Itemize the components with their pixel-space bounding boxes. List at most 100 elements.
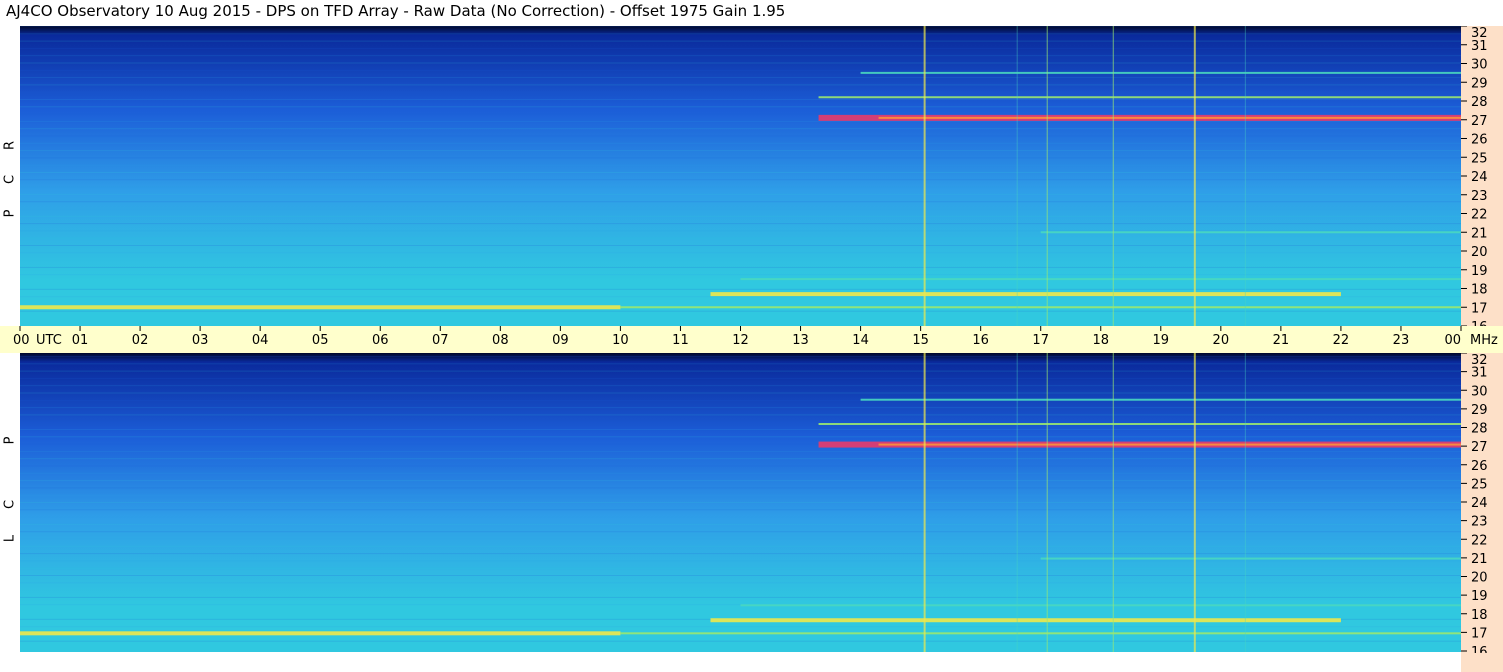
emission-band-4 [20,631,621,636]
lcp-letter-l: L [2,534,18,543]
utc-tick-label: 23 [1393,333,1410,348]
freq-tick-label: 21 [1471,552,1488,567]
utc-tick-label: 00 [1444,333,1461,348]
utc-tick-label: 18 [1092,333,1109,348]
lcp-label-column: P C L [0,353,20,652]
freq-tick-label: 21 [1471,226,1488,241]
freq-tick-label: 22 [1471,533,1488,548]
interference-line-10 [1046,353,1048,652]
emission-band-7 [1040,231,1461,234]
utc-tick-label: 19 [1153,333,1170,348]
freq-tick-label: 27 [1471,440,1488,455]
emission-band-1 [818,423,1461,426]
freq-tick-label: 26 [1471,459,1488,474]
utc-tick-label: 04 [252,333,269,348]
emission-band-core-0 [878,443,1461,446]
utc-tick-label: 03 [192,333,209,348]
freq-tick-label: 18 [1471,608,1488,623]
rcp-letter-r: R [2,140,18,151]
freq-tick-label: 25 [1471,151,1488,166]
utc-unit-label: UTC [36,333,62,348]
freq-tick-label: 17 [1471,626,1488,641]
freq-tick-label: 20 [1471,571,1488,586]
lcp-spectrogram [20,353,1461,652]
utc-tick-label: 01 [72,333,89,348]
freq-tick-label: 28 [1471,422,1488,437]
utc-tick-label: 09 [552,333,569,348]
utc-tick-label: 20 [1213,333,1230,348]
rcp-letter-c: C [2,174,18,185]
freq-tick-label: 25 [1471,477,1488,492]
emission-band-3 [710,618,1341,623]
freq-tick-label: 19 [1471,589,1488,604]
freq-tick-label: 18 [1471,283,1488,298]
utc-tick-label: 17 [1032,333,1049,348]
interference-line-9 [1193,26,1196,326]
emission-band-5 [620,632,1461,635]
freq-tick-label: 29 [1471,403,1488,418]
emission-band-5 [620,306,1461,309]
interference-line-12 [1016,353,1018,652]
interference-line-11 [1112,353,1114,652]
freq-tick-label: 26 [1471,133,1488,148]
utc-tick-label: 15 [912,333,929,348]
freq-tick-label: 23 [1471,189,1488,204]
emission-band-1 [818,96,1461,99]
utc-tick-label: 05 [312,333,329,348]
utc-tick-label: 22 [1333,333,1350,348]
utc-tick-label: 00 [13,333,30,348]
utc-tick-label: 13 [792,333,809,348]
utc-tick-label: 16 [972,333,989,348]
emission-band-7 [1040,557,1461,560]
interference-line-11 [1112,26,1114,326]
freq-tick-label: 23 [1471,515,1488,530]
freq-tick-label: 17 [1471,301,1488,316]
rcp-spectrogram [20,26,1461,326]
emission-band-6 [740,278,1461,281]
utc-tick-label: 06 [372,333,389,348]
utc-tick-label: 08 [492,333,509,348]
emission-band-6 [740,604,1461,607]
freq-tick-label: 28 [1471,95,1488,110]
freq-tick-label: 30 [1471,384,1488,399]
freq-tick-label: 32 [1471,26,1488,41]
emission-band-3 [710,292,1341,297]
utc-tick-label: 02 [132,333,149,348]
chart-title: AJ4CO Observatory 10 Aug 2015 - DPS on T… [6,2,786,20]
utc-tick-label: 11 [672,333,689,348]
freq-tick-label: 29 [1471,76,1488,91]
interference-line-8 [923,353,926,652]
freq-tick-label: 31 [1471,39,1488,54]
interference-line-13 [1244,353,1246,652]
interference-line-8 [923,26,926,326]
freq-tick-label: 24 [1471,496,1488,511]
interference-line-10 [1046,26,1048,326]
utc-tick-label: 14 [852,333,869,348]
mhz-unit-label: MHz [1470,333,1498,348]
freq-tick-label: 30 [1471,58,1488,73]
freq-tick-label: 27 [1471,114,1488,129]
interference-line-13 [1244,26,1246,326]
freq-tick-label: 22 [1471,208,1488,223]
spectrogram-svg-rcp [20,26,1461,326]
spectrogram-svg-lcp [20,353,1461,652]
utc-tick-label: 07 [432,333,449,348]
interference-line-9 [1193,353,1196,652]
rcp-letter-p: P [2,209,18,218]
utc-tick-label: 21 [1273,333,1290,348]
utc-tick-label: 10 [612,333,629,348]
freq-tick-label: 19 [1471,264,1488,279]
freq-tick-label: 24 [1471,170,1488,185]
utc-time-axis: 00 01 02 03 04 05 06 07 08 09 10 11 12 13 14 15 16 17 18 19… [0,326,1503,353]
emission-band-2 [860,71,1461,74]
freq-tick-label: 20 [1471,245,1488,260]
freq-tick-label: 16 [1471,645,1488,653]
lcp-frequency-axis: 16 17 18 19 20 21 22 23 24 25 26 27 28 29 30 31 32 [1461,352,1503,672]
interference-line-12 [1016,26,1018,326]
rcp-label-column: R C P [0,26,20,326]
emission-band-2 [860,398,1461,401]
lcp-letter-p: P [2,436,18,445]
emission-band-4 [20,305,621,310]
lcp-letter-c: C [2,499,18,510]
utc-tick-label: 12 [732,333,749,348]
